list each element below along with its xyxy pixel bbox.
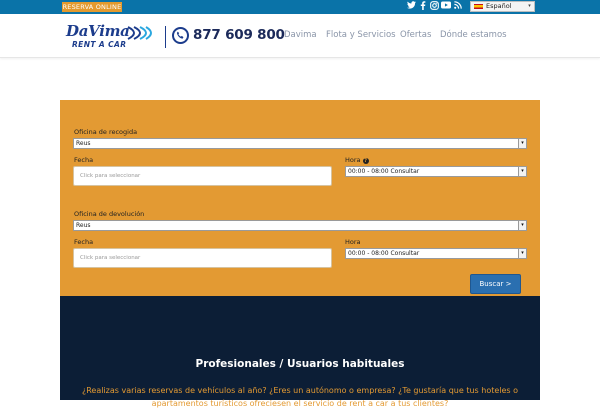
language-label: Español	[486, 2, 512, 10]
chevron-down-icon: ▾	[518, 167, 526, 176]
logo-swoosh-icon	[127, 26, 152, 40]
chevron-down-icon: ▾	[518, 249, 526, 258]
phone-icon	[172, 27, 189, 44]
phone-number[interactable]: 877 609 800	[193, 27, 285, 43]
pickup-date-input[interactable]: Click para seleccionar	[73, 166, 332, 186]
logo-brand: DaVima	[66, 22, 130, 40]
return-date-input[interactable]: Click para seleccionar	[73, 248, 332, 268]
search-button[interactable]: Buscar >	[470, 274, 521, 294]
chevron-down-icon: ▾	[518, 221, 526, 230]
pickup-date-label: Fecha	[74, 156, 94, 164]
professionals-title: Profesionales / Usuarios habituales	[195, 358, 405, 370]
header-separator	[165, 26, 166, 48]
pickup-time-label-row: Hora?	[345, 156, 369, 164]
nav-donde-estamos[interactable]: Dónde estamos	[440, 30, 507, 40]
pickup-time-value: 00:00 - 08:00 Consultar	[348, 168, 420, 175]
pickup-office-select[interactable]: Reus ▾	[73, 138, 527, 149]
pickup-time-select[interactable]: 00:00 - 08:00 Consultar ▾	[345, 166, 527, 177]
nav-davima[interactable]: Davima	[284, 30, 317, 40]
return-date-label: Fecha	[74, 238, 94, 246]
pickup-office-label: Oficina de recogida	[74, 128, 138, 136]
nav-flota-servicios[interactable]: Flota y Servicios	[326, 30, 396, 40]
site-header: DaVima RENT A CAR 877 609 800 Davima Flo…	[0, 14, 600, 58]
logo[interactable]: DaVima RENT A CAR	[62, 22, 160, 52]
professionals-text: ¿Realizas varias reservas de vehículos a…	[81, 386, 519, 408]
chevron-down-icon: ▾	[528, 3, 531, 9]
help-icon[interactable]: ?	[362, 158, 369, 164]
pickup-office-value: Reus	[76, 140, 91, 147]
pickup-time-label: Hora	[345, 156, 361, 164]
return-office-value: Reus	[76, 222, 91, 229]
return-time-select[interactable]: 00:00 - 08:00 Consultar ▾	[345, 248, 527, 259]
logo-tagline: RENT A CAR	[72, 40, 127, 49]
return-time-label: Hora	[345, 238, 361, 246]
youtube-icon[interactable]	[441, 1, 451, 13]
twitter-icon[interactable]	[406, 1, 416, 13]
rss-icon[interactable]	[453, 1, 463, 13]
return-office-label: Oficina de devolución	[74, 210, 145, 218]
facebook-icon[interactable]	[418, 1, 428, 13]
language-select[interactable]: Español ▾	[470, 1, 535, 12]
spain-flag-icon	[474, 4, 483, 9]
return-office-select[interactable]: Reus ▾	[73, 220, 527, 231]
chevron-down-icon: ▾	[518, 139, 526, 148]
return-time-value: 00:00 - 08:00 Consultar	[348, 250, 420, 257]
reserva-online-button[interactable]: RESERVA ONLINE	[62, 2, 122, 12]
nav-ofertas[interactable]: Ofertas	[400, 30, 431, 40]
instagram-icon[interactable]	[429, 1, 439, 13]
